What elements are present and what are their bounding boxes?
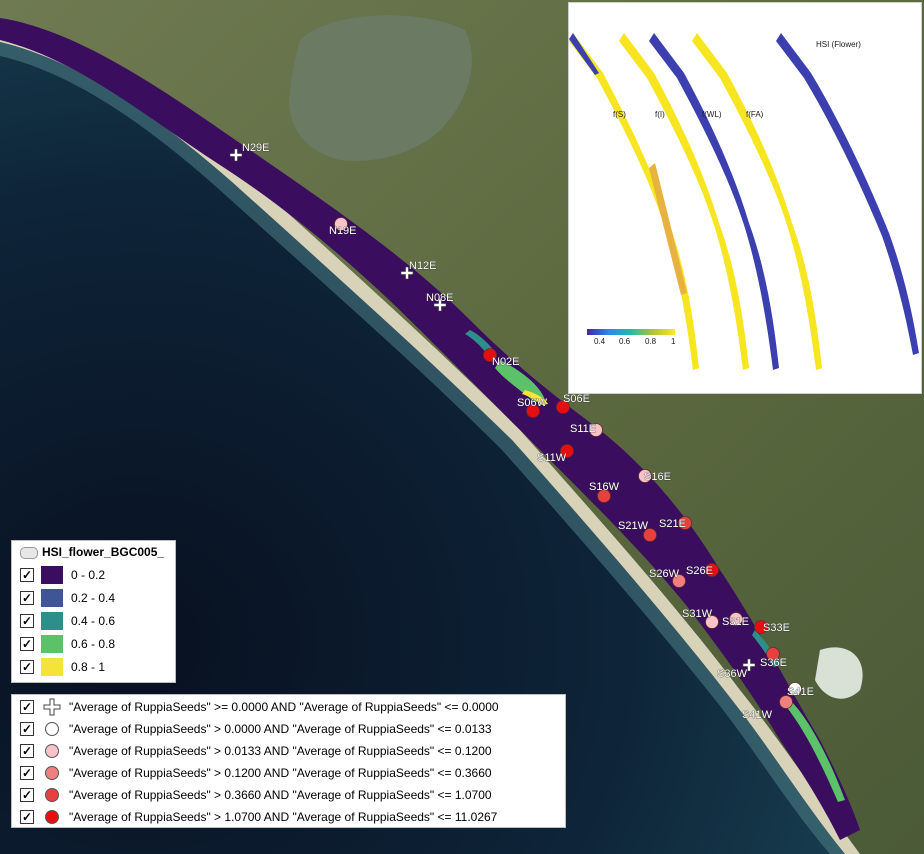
site-label: S16E <box>644 471 671 483</box>
site-label: S11W <box>537 452 567 464</box>
point-class-row: ✓ "Average of RuppiaSeeds" > 0.0133 AND … <box>20 740 492 761</box>
site-label: S21W <box>618 520 649 532</box>
legend-class-row: ✓ 0.4 - 0.6 <box>20 611 115 631</box>
class-label: "Average of RuppiaSeeds" > 0.0000 AND "A… <box>69 721 492 736</box>
point-legend: ✓ "Average of RuppiaSeeds" >= 0.0000 AND… <box>11 694 566 828</box>
layer-checkbox[interactable]: ✓ <box>20 743 34 758</box>
color-swatch <box>41 566 63 584</box>
legend-class-row: ✓ 0.2 - 0.4 <box>20 588 115 608</box>
site-label: S06W <box>517 397 548 409</box>
colorbar-tick: 0.8 <box>645 337 657 346</box>
site-label: S41E <box>787 686 814 698</box>
site-label: N12E <box>409 260 437 272</box>
cross-icon <box>41 698 63 716</box>
site-label: S33E <box>763 622 790 634</box>
inset-map-hsi <box>776 33 919 355</box>
site-marker[interactable] <box>779 695 793 709</box>
site-label: S26E <box>686 565 713 577</box>
colorbar-tick: 1 <box>671 337 676 346</box>
layer-checkbox[interactable]: ✓ <box>20 637 34 651</box>
class-label: 0 - 0.2 <box>71 568 106 582</box>
site-label: S31W <box>682 608 713 620</box>
class-label: 0.4 - 0.6 <box>71 614 116 628</box>
color-swatch <box>41 658 63 676</box>
legend-class-row: ✓ 0.8 - 1 <box>20 657 105 677</box>
site-label: S36E <box>760 657 787 669</box>
colorbar-tick: 0.4 <box>594 337 606 346</box>
color-swatch <box>41 612 63 630</box>
circle-icon <box>41 764 63 782</box>
class-label: "Average of RuppiaSeeds" > 0.0133 AND "A… <box>69 743 492 758</box>
layer-checkbox[interactable]: ✓ <box>20 614 34 628</box>
class-label: 0.6 - 0.8 <box>71 637 116 651</box>
color-swatch <box>41 589 63 607</box>
site-label: S21E <box>659 518 686 530</box>
class-label: "Average of RuppiaSeeds" > 1.0700 AND "A… <box>69 809 498 824</box>
inset-label-ffa: f(FA) <box>746 110 764 119</box>
point-class-row: ✓ "Average of RuppiaSeeds" > 0.0000 AND … <box>20 718 492 739</box>
layer-checkbox[interactable]: ✓ <box>20 809 34 824</box>
colorbar-tick: 0.6 <box>619 337 631 346</box>
layer-checkbox[interactable]: ✓ <box>20 699 34 714</box>
point-class-row: ✓ "Average of RuppiaSeeds" >= 0.0000 AND… <box>20 696 499 717</box>
color-swatch <box>41 635 63 653</box>
inset-map-fwl <box>649 33 779 370</box>
circle-icon <box>41 720 63 738</box>
legend-layer-title: HSI_flower_BGC005_ <box>42 545 165 559</box>
site-label: S31E <box>722 616 749 628</box>
inset-map-fs <box>569 33 699 370</box>
class-label: 0.8 - 1 <box>71 660 106 674</box>
class-label: "Average of RuppiaSeeds" >= 0.0000 AND "… <box>69 699 499 714</box>
inset-colorbar <box>587 329 675 335</box>
inset-panel: f(S) f(I) f(WL) f(FA) HSI (Flower) 0.4 0… <box>568 2 922 394</box>
layer-checkbox[interactable]: ✓ <box>20 765 34 780</box>
point-class-row: ✓ "Average of RuppiaSeeds" > 1.0700 AND … <box>20 806 497 827</box>
layer-checkbox[interactable]: ✓ <box>20 660 34 674</box>
circle-icon <box>41 786 63 804</box>
layer-checkbox[interactable]: ✓ <box>20 721 34 736</box>
site-label: N19E <box>329 225 357 237</box>
site-label: N29E <box>242 142 270 154</box>
class-label: "Average of RuppiaSeeds" > 0.1200 AND "A… <box>69 765 492 780</box>
layer-checkbox[interactable]: ✓ <box>20 787 34 802</box>
inset-label-fwl: f(WL) <box>702 110 722 119</box>
legend-class-row: ✓ 0.6 - 0.8 <box>20 634 115 654</box>
layer-checkbox[interactable]: ✓ <box>20 568 34 582</box>
site-label: S11E <box>570 423 596 435</box>
site-label: S26W <box>649 568 680 580</box>
point-class-row: ✓ "Average of RuppiaSeeds" > 0.3660 AND … <box>20 784 492 805</box>
site-label: N02E <box>492 356 520 368</box>
site-label: S16W <box>589 481 620 493</box>
class-label: 0.2 - 0.4 <box>71 591 116 605</box>
circle-icon <box>41 808 63 826</box>
legend-class-row: ✓ 0 - 0.2 <box>20 565 105 585</box>
layer-icon <box>20 546 38 559</box>
site-label: S41W <box>742 709 773 721</box>
inset-label-hsi: HSI (Flower) <box>816 40 861 49</box>
point-class-row: ✓ "Average of RuppiaSeeds" > 0.1200 AND … <box>20 762 492 783</box>
site-label: N08E <box>426 292 454 304</box>
raster-legend: HSI_flower_BGC005_ ✓ 0 - 0.2 ✓ 0.2 - 0.4… <box>11 540 176 683</box>
layer-checkbox[interactable]: ✓ <box>20 591 34 605</box>
circle-icon <box>41 742 63 760</box>
site-label: S06E <box>563 393 590 405</box>
site-label: S36W <box>717 668 748 680</box>
class-label: "Average of RuppiaSeeds" > 0.3660 AND "A… <box>69 787 492 802</box>
inset-label-fi: f(I) <box>655 110 665 119</box>
inset-label-fs: f(S) <box>613 110 626 119</box>
